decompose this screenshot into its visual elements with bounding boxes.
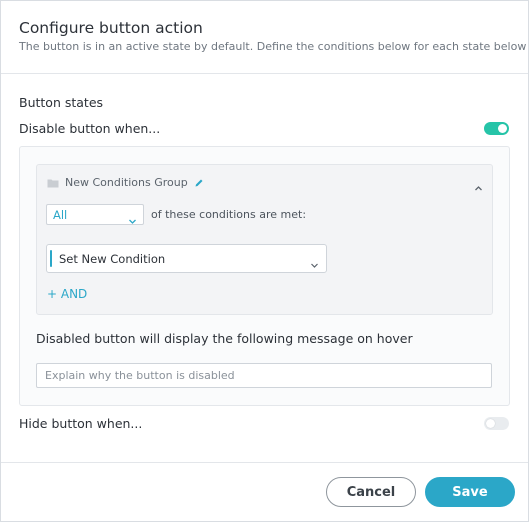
chevron-down-icon — [310, 255, 319, 268]
match-type-text: of these conditions are met: — [151, 208, 307, 221]
configure-button-action-dialog: Configure button action The button is in… — [0, 0, 529, 522]
match-type-select[interactable]: All — [46, 204, 144, 225]
add-and-condition-link[interactable]: + AND — [47, 287, 87, 301]
toggle-knob — [486, 419, 495, 428]
chevron-down-icon — [128, 211, 137, 224]
condition-value: Set New Condition — [59, 252, 166, 266]
toggle-knob — [498, 124, 507, 133]
hover-message-label: Disabled button will display the followi… — [36, 331, 413, 346]
dialog-footer: Cancel Save — [1, 462, 528, 522]
button-states-heading: Button states — [19, 95, 104, 110]
pencil-icon[interactable] — [194, 178, 204, 188]
dialog-subtitle: The button is in an active state by defa… — [19, 40, 527, 53]
save-button[interactable]: Save — [425, 477, 515, 507]
cancel-button[interactable]: Cancel — [326, 477, 416, 507]
dialog-header: Configure button action The button is in… — [1, 1, 528, 74]
hide-button-toggle[interactable] — [484, 417, 509, 430]
conditions-group-header: New Conditions Group — [47, 176, 204, 189]
condition-select[interactable]: Set New Condition — [46, 244, 327, 273]
match-type-value: All — [53, 208, 68, 222]
disable-conditions-panel: New Conditions Group All of these condit… — [19, 146, 510, 406]
folder-icon — [47, 178, 59, 188]
dialog-title: Configure button action — [19, 19, 203, 37]
conditions-group: New Conditions Group All of these condit… — [36, 164, 493, 315]
conditions-group-name: New Conditions Group — [65, 176, 188, 189]
disable-button-label: Disable button when... — [19, 121, 161, 136]
condition-accent-bar — [50, 250, 52, 267]
hover-message-input[interactable] — [36, 363, 492, 388]
chevron-up-icon[interactable] — [474, 178, 483, 191]
disable-button-toggle[interactable] — [484, 122, 509, 135]
hide-button-label: Hide button when... — [19, 416, 143, 431]
